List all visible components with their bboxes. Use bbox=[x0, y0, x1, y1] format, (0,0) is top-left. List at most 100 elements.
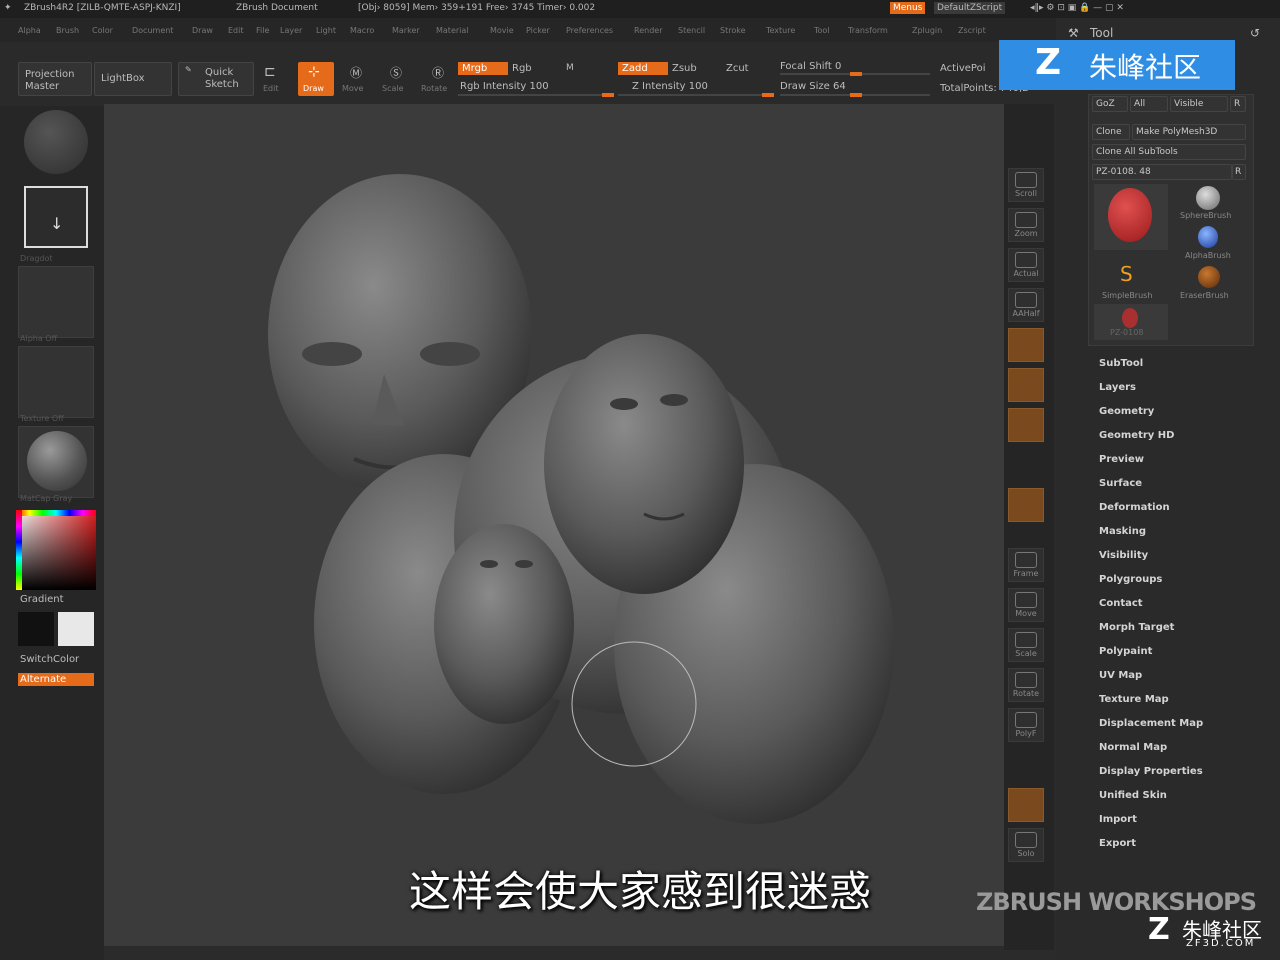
scale-button[interactable]: Ⓢ Scale bbox=[380, 62, 412, 96]
tool-menu-surface[interactable]: Surface bbox=[1099, 478, 1142, 489]
move-button[interactable]: Ⓜ Move bbox=[340, 62, 372, 96]
sculpt-viewport[interactable] bbox=[104, 104, 1004, 946]
secondary-color-swatch[interactable] bbox=[58, 612, 94, 646]
main-color-swatch[interactable] bbox=[18, 612, 54, 646]
shelf-scale-button[interactable]: Scale bbox=[1008, 628, 1044, 662]
menu-stroke[interactable]: Stroke bbox=[720, 26, 746, 35]
shelf-zoom-button[interactable]: Zoom bbox=[1008, 208, 1044, 242]
shelf-scroll-button[interactable]: Scroll bbox=[1008, 168, 1044, 202]
r-button-tool[interactable]: R bbox=[1232, 164, 1246, 180]
tool-menu-displacement-map[interactable]: Displacement Map bbox=[1099, 718, 1203, 729]
menu-texture[interactable]: Texture bbox=[766, 26, 795, 35]
menu-material[interactable]: Material bbox=[436, 26, 469, 35]
menu-edit[interactable]: Edit bbox=[228, 26, 244, 35]
tool-menu-unified-skin[interactable]: Unified Skin bbox=[1099, 790, 1167, 801]
menu-document[interactable]: Document bbox=[132, 26, 173, 35]
menu-macro[interactable]: Macro bbox=[350, 26, 374, 35]
shelf-toggle-3[interactable] bbox=[1008, 488, 1044, 522]
tool-menu-contact[interactable]: Contact bbox=[1099, 598, 1143, 609]
clone-button[interactable]: Clone bbox=[1092, 124, 1130, 140]
zcut-button[interactable]: Zcut bbox=[726, 63, 749, 74]
quick-sketch-button[interactable]: ✎ Quick Sketch bbox=[178, 62, 254, 96]
shelf-aahalf-button[interactable]: AAHalf bbox=[1008, 288, 1044, 322]
document-canvas[interactable] bbox=[104, 104, 1004, 946]
tool-menu-import[interactable]: Import bbox=[1099, 814, 1137, 825]
brush-preview[interactable] bbox=[24, 110, 88, 174]
tool-menu-texture-map[interactable]: Texture Map bbox=[1099, 694, 1169, 705]
rgb-intensity-slider[interactable]: Rgb Intensity 100 bbox=[460, 81, 549, 92]
m-button[interactable]: M bbox=[566, 63, 574, 73]
shelf-toggle-4[interactable] bbox=[1008, 788, 1044, 822]
clone-all-subtools-button[interactable]: Clone All SubTools bbox=[1092, 144, 1246, 160]
tool-visible-button[interactable]: Visible bbox=[1170, 96, 1228, 112]
edit-button[interactable]: ⊏ Edit bbox=[258, 62, 288, 96]
tool-menu-morph-target[interactable]: Morph Target bbox=[1099, 622, 1174, 633]
simple-brush-icon[interactable]: S bbox=[1120, 262, 1133, 286]
tool-goz-button[interactable]: GoZ bbox=[1092, 96, 1128, 112]
menu-picker[interactable]: Picker bbox=[526, 26, 550, 35]
material-slot[interactable] bbox=[18, 426, 94, 498]
shelf-solo-button[interactable]: Solo bbox=[1008, 828, 1044, 862]
eraser-brush-thumbnail[interactable] bbox=[1198, 266, 1220, 288]
switch-color-button[interactable]: SwitchColor bbox=[20, 654, 79, 665]
menu-zplugin[interactable]: Zplugin bbox=[912, 26, 942, 35]
z-intensity-slider[interactable]: Z Intensity 100 bbox=[632, 81, 708, 92]
tool-menu-layers[interactable]: Layers bbox=[1099, 382, 1136, 393]
menu-light[interactable]: Light bbox=[316, 26, 336, 35]
menu-layer[interactable]: Layer bbox=[280, 26, 302, 35]
menu-movie[interactable]: Movie bbox=[490, 26, 514, 35]
shelf-toggle-1[interactable] bbox=[1008, 368, 1044, 402]
tool-menu-geometry[interactable]: Geometry bbox=[1099, 406, 1154, 417]
menu-render[interactable]: Render bbox=[634, 26, 662, 35]
menu-tool[interactable]: Tool bbox=[814, 26, 830, 35]
tool-r-button[interactable]: R bbox=[1230, 96, 1246, 112]
shelf-frame-button[interactable]: Frame bbox=[1008, 548, 1044, 582]
shelf-move-button[interactable]: Move bbox=[1008, 588, 1044, 622]
projection-master-button[interactable]: Projection Master bbox=[18, 62, 92, 96]
tool-menu-normal-map[interactable]: Normal Map bbox=[1099, 742, 1167, 753]
current-tool-thumbnail[interactable] bbox=[1094, 184, 1168, 250]
menu-file[interactable]: File bbox=[256, 26, 269, 35]
script-button[interactable]: DefaultZScript bbox=[934, 2, 1006, 14]
rotate-button[interactable]: Ⓡ Rotate bbox=[420, 62, 454, 96]
alpha-slot[interactable] bbox=[18, 266, 94, 338]
sphere-brush-thumbnail[interactable] bbox=[1196, 186, 1220, 210]
alpha-brush-thumbnail[interactable] bbox=[1198, 226, 1218, 248]
draw-size-slider[interactable]: Draw Size 64 bbox=[780, 81, 846, 92]
tool-menu-deformation[interactable]: Deformation bbox=[1099, 502, 1170, 513]
stroke-dragdot[interactable]: ↓ bbox=[24, 186, 88, 248]
window-controls-icon[interactable]: ◂‖▸ ⚙ ⊡ ▣ 🔒 — ▢ ✕ bbox=[1030, 3, 1124, 13]
shelf-actual-button[interactable]: Actual bbox=[1008, 248, 1044, 282]
color-picker[interactable] bbox=[16, 510, 96, 590]
make-polymesh-button[interactable]: Make PolyMesh3D bbox=[1132, 124, 1246, 140]
menu-zscript[interactable]: Zscript bbox=[958, 26, 986, 35]
shelf-rotate-button[interactable]: Rotate bbox=[1008, 668, 1044, 702]
alternate-button[interactable]: Alternate bbox=[18, 673, 94, 686]
gradient-label[interactable]: Gradient bbox=[20, 594, 64, 605]
current-tool-slider[interactable]: PZ-0108. 48 bbox=[1092, 164, 1232, 180]
shelf-polyf-button[interactable]: PolyF bbox=[1008, 708, 1044, 742]
shelf-toggle-0[interactable] bbox=[1008, 328, 1044, 362]
pz-tool-thumbnail[interactable]: PZ-0108 bbox=[1094, 304, 1168, 340]
tool-menu-visibility[interactable]: Visibility bbox=[1099, 550, 1148, 561]
menu-draw[interactable]: Draw bbox=[192, 26, 213, 35]
menu-brush[interactable]: Brush bbox=[56, 26, 79, 35]
zsub-button[interactable]: Zsub bbox=[672, 63, 697, 74]
tool-menu-preview[interactable]: Preview bbox=[1099, 454, 1144, 465]
tool-menu-masking[interactable]: Masking bbox=[1099, 526, 1146, 537]
tool-all-button[interactable]: All bbox=[1130, 96, 1168, 112]
tool-menu-geometry-hd[interactable]: Geometry HD bbox=[1099, 430, 1174, 441]
rgb-button[interactable]: Rgb bbox=[512, 63, 532, 74]
tool-menu-polypaint[interactable]: Polypaint bbox=[1099, 646, 1152, 657]
menu-stencil[interactable]: Stencil bbox=[678, 26, 705, 35]
tool-menu-subtool[interactable]: SubTool bbox=[1099, 358, 1143, 369]
menus-button[interactable]: Menus bbox=[890, 2, 926, 14]
mrgb-button[interactable]: Mrgb bbox=[458, 62, 508, 75]
menu-alpha[interactable]: Alpha bbox=[18, 26, 41, 35]
draw-button[interactable]: ⊹ Draw bbox=[298, 62, 334, 96]
menu-transform[interactable]: Transform bbox=[848, 26, 888, 35]
tool-menu-display-properties[interactable]: Display Properties bbox=[1099, 766, 1203, 777]
zadd-button[interactable]: Zadd bbox=[618, 62, 668, 75]
menu-preferences[interactable]: Preferences bbox=[566, 26, 613, 35]
shelf-toggle-2[interactable] bbox=[1008, 408, 1044, 442]
